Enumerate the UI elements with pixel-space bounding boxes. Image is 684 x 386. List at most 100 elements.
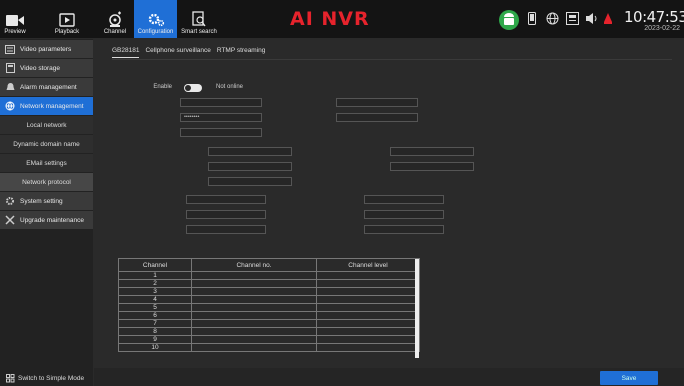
network-icon [0, 101, 20, 111]
channel-cell: 8 [118, 327, 192, 336]
content-panel: GB28181 Cellphone surveillance RTMP stre… [94, 39, 684, 386]
speaker-icon[interactable] [585, 12, 598, 32]
channel-level-cell[interactable] [316, 295, 420, 304]
column-header-channel-no: Channel no. [191, 258, 317, 272]
sidebar-subitem-email-settings[interactable]: EMail settings [0, 154, 93, 172]
clock-time: 10:47:53 [624, 8, 684, 26]
channel-no-cell[interactable] [191, 319, 317, 328]
table-row[interactable]: 9 [118, 335, 420, 344]
form-field[interactable] [390, 147, 474, 156]
form-field[interactable] [180, 98, 262, 107]
gear-icon [148, 13, 164, 27]
sidebar-item-label: Upgrade maintenance [20, 216, 84, 224]
sidebar-subitem-network-protocol[interactable]: Network protocol [0, 173, 93, 191]
enable-toggle[interactable] [184, 84, 202, 92]
table-row[interactable]: 5 [118, 303, 420, 312]
table-row[interactable]: 6 [118, 311, 420, 320]
tab-cellphone-surveillance[interactable]: Cellphone surveillance [145, 47, 210, 58]
sidebar-item-label: Video storage [20, 64, 60, 72]
form-field[interactable] [186, 225, 266, 234]
nav-smart-search[interactable]: Smart search [179, 0, 219, 38]
channel-level-cell[interactable] [316, 343, 420, 352]
footer-strip [94, 368, 684, 386]
table-row[interactable]: 1 [118, 271, 420, 280]
table-scrollbar[interactable] [415, 259, 419, 358]
sidebar-item-video-storage[interactable]: Video storage [0, 59, 93, 77]
save-button[interactable]: Save [600, 371, 658, 385]
channel-no-cell[interactable] [191, 311, 317, 320]
form-field[interactable] [186, 195, 266, 204]
channel-level-cell[interactable] [316, 287, 420, 296]
table-row[interactable]: 4 [118, 295, 420, 304]
sidebar-item-network-management[interactable]: Network management [0, 97, 93, 115]
phone-icon[interactable] [528, 12, 536, 32]
channel-level-cell[interactable] [316, 335, 420, 344]
form-field[interactable] [208, 147, 292, 156]
channel-level-cell[interactable] [316, 319, 420, 328]
sidebar-item-upgrade-maintenance[interactable]: Upgrade maintenance [0, 211, 93, 229]
alarm-icon[interactable] [603, 12, 613, 32]
channel-no-cell[interactable] [191, 335, 317, 344]
form-field[interactable] [336, 98, 418, 107]
channel-no-cell[interactable] [191, 295, 317, 304]
video-params-icon [0, 44, 20, 54]
channel-no-cell[interactable] [191, 271, 317, 280]
channel-no-cell[interactable] [191, 343, 317, 352]
tab-gb28181[interactable]: GB28181 [112, 47, 140, 58]
sidebar: Video parameters Video storage Alarm man… [0, 39, 93, 386]
form-field[interactable] [364, 210, 444, 219]
nav-channel[interactable]: Channel [103, 0, 127, 38]
channel-cell: 7 [118, 319, 192, 328]
simple-mode-icon [6, 374, 15, 383]
table-row[interactable]: 7 [118, 319, 420, 328]
form-field[interactable] [336, 113, 418, 122]
sidebar-item-alarm-management[interactable]: Alarm management [0, 78, 93, 96]
android-icon[interactable] [498, 9, 520, 30]
table-row[interactable]: 2 [118, 279, 420, 288]
channel-level-cell[interactable] [316, 327, 420, 336]
camera-icon [6, 15, 24, 26]
channel-no-cell[interactable] [191, 287, 317, 296]
channel-icon [109, 11, 121, 27]
password-field[interactable]: •••••••• [180, 113, 262, 122]
channel-level-cell[interactable] [316, 303, 420, 312]
sidebar-subitem-dynamic-domain-name[interactable]: Dynamic domain name [0, 135, 93, 153]
channel-no-cell[interactable] [191, 279, 317, 288]
form-field[interactable] [186, 210, 266, 219]
channel-no-cell[interactable] [191, 303, 317, 312]
nav-playback[interactable]: Playback [52, 0, 82, 38]
tab-rtmp-streaming[interactable]: RTMP streaming [217, 47, 266, 58]
table-row[interactable]: 3 [118, 287, 420, 296]
nav-preview[interactable]: Preview [0, 0, 30, 38]
channel-no-cell[interactable] [191, 327, 317, 336]
channel-level-cell[interactable] [316, 279, 420, 288]
sidebar-item-video-parameters[interactable]: Video parameters [0, 40, 93, 58]
table-row[interactable]: 8 [118, 327, 420, 336]
channel-cell: 6 [118, 311, 192, 320]
clock-date: 2023-02-22 [644, 25, 680, 32]
channel-cell: 10 [118, 343, 192, 352]
sidebar-item-system-setting[interactable]: System setting [0, 192, 93, 210]
form-field[interactable] [208, 177, 292, 186]
form-field[interactable] [364, 225, 444, 234]
form-field[interactable] [208, 162, 292, 171]
globe-icon[interactable] [546, 12, 559, 32]
sidebar-subitem-local-network[interactable]: Local network [0, 116, 93, 134]
table-row[interactable]: 10 [118, 343, 420, 352]
playback-icon [59, 13, 75, 27]
channel-level-cell[interactable] [316, 271, 420, 280]
channel-table: Channel Channel no. Channel level 123456… [118, 258, 420, 352]
channel-cell: 2 [118, 279, 192, 288]
form-field[interactable] [180, 128, 262, 137]
hdd-icon[interactable] [566, 12, 579, 32]
form-field[interactable] [390, 162, 474, 171]
switch-simple-mode[interactable]: Switch to Simple Mode [6, 374, 84, 383]
storage-icon [0, 63, 20, 73]
nav-configuration[interactable]: Configuration [134, 0, 177, 38]
channel-level-cell[interactable] [316, 311, 420, 320]
gear-icon [0, 196, 20, 206]
clock: 10:47:53 2023-02-22 [624, 8, 684, 32]
form-field[interactable] [364, 195, 444, 204]
online-status: Not online [216, 84, 244, 90]
sidebar-item-label: System setting [20, 197, 63, 205]
